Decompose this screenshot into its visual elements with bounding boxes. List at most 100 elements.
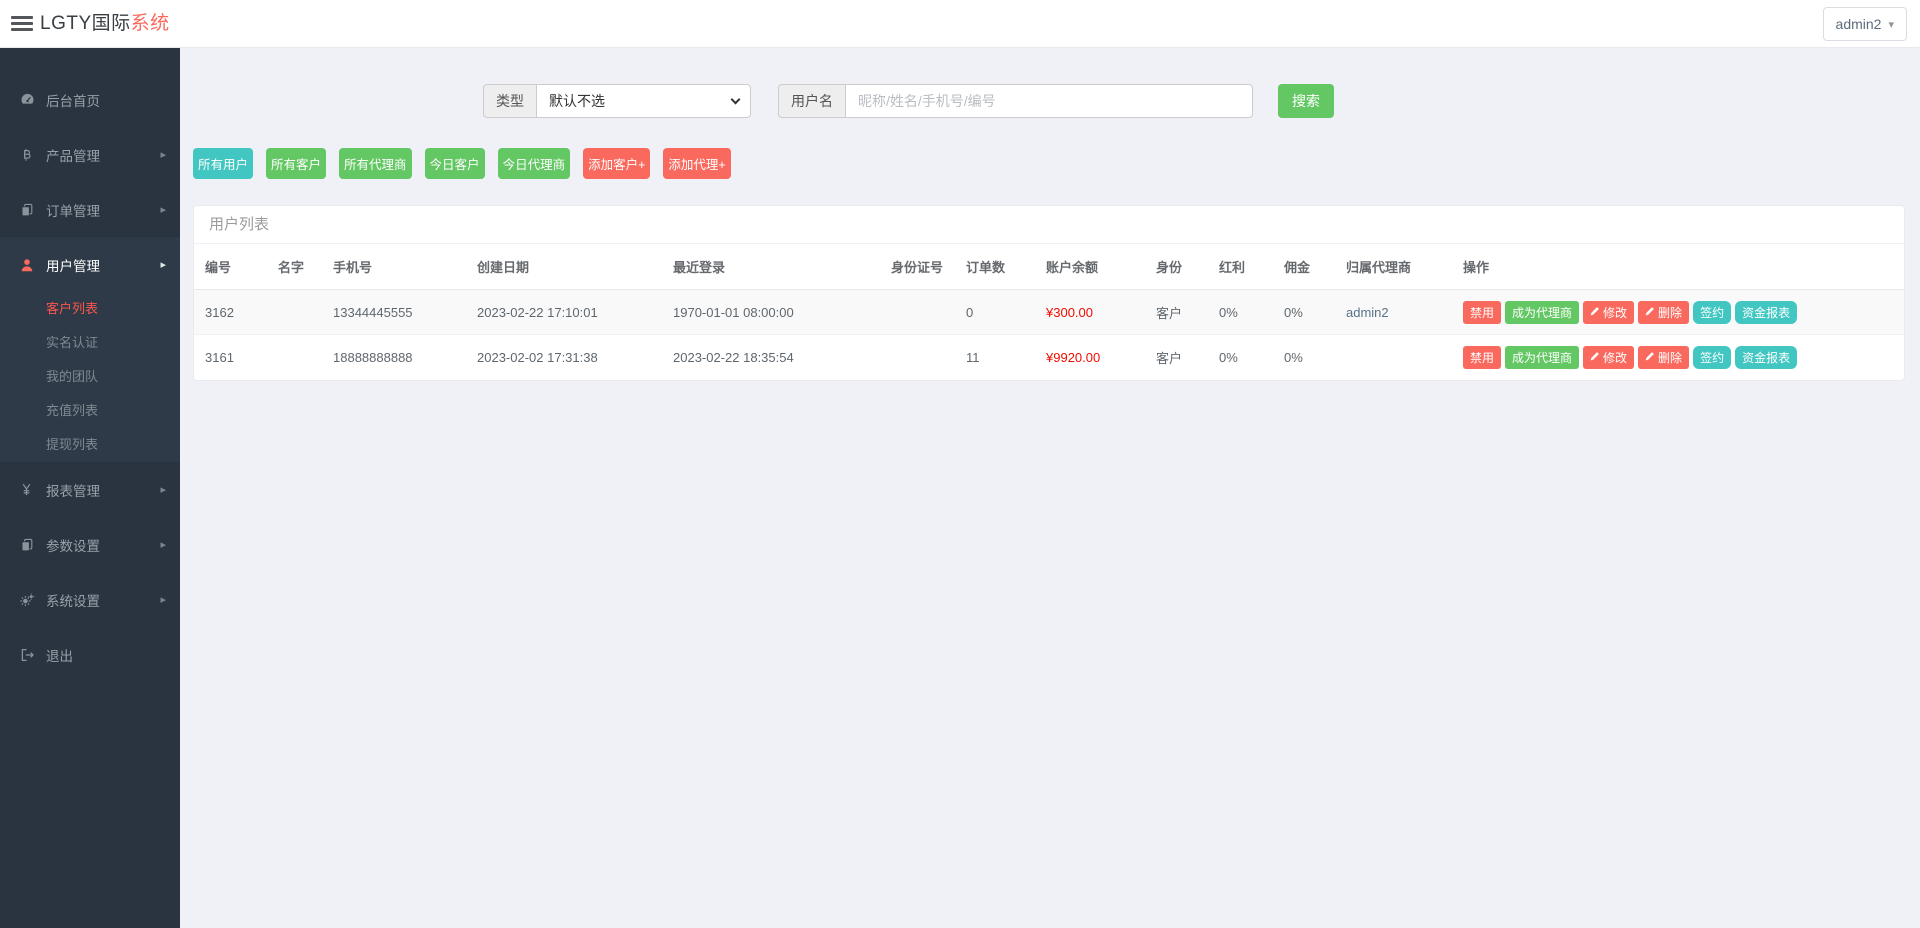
sidebar-item-label: 系统设置 [46,590,160,610]
today-agents-button[interactable]: 今日代理商 [498,148,571,179]
column-header: 编号 [194,244,267,290]
delete-button[interactable]: 删除 [1638,301,1689,324]
submenu-item-my-team[interactable]: 我的团队 [0,360,180,394]
logout-icon [20,648,37,662]
chevron-right-icon: ▸ [160,593,166,606]
fund-report-button[interactable]: 资金报表 [1735,346,1797,369]
type-filter-group: 类型 默认不选 [483,84,751,118]
submenu-item-withdraw-list[interactable]: 提现列表 [0,428,180,462]
edit-button[interactable]: 修改 [1583,346,1634,369]
cell-created: 2023-02-02 17:31:38 [466,335,662,380]
sidebar-item-label: 后台首页 [46,90,166,110]
quick-filter-bar: 所有用户所有客户所有代理商今日客户今日代理商添加客户+ 添加代理+ [193,148,1905,179]
sidebar-section-home: 后台首页 [0,72,180,127]
action-label: 修改 [1603,349,1627,366]
cell-phone: 18888888888 [322,335,466,380]
submenu-item-customer-list[interactable]: 客户列表 [0,292,180,326]
cell-agent [1335,335,1452,380]
action-label: 修改 [1603,304,1627,321]
sidebar-item-label: 产品管理 [46,145,160,165]
action-label: 禁用 [1470,349,1494,366]
cell-last-login: 1970-01-01 08:00:00 [662,290,880,335]
sidebar-section-users: 用户管理▸客户列表实名认证我的团队充值列表提现列表 [0,237,180,462]
sidebar-item-reports[interactable]: 报表管理▸ [0,462,180,517]
chevron-right-icon: ▸ [160,538,166,551]
column-header: 最近登录 [662,244,880,290]
username-label: 用户名 [778,84,845,118]
disable-button[interactable]: 禁用 [1463,301,1501,324]
pencil-icon [1645,305,1655,319]
sign-button[interactable]: 签约 [1693,346,1731,369]
action-label: 资金报表 [1742,349,1790,366]
disable-button[interactable]: 禁用 [1463,346,1501,369]
cell-orders: 11 [955,335,1035,380]
column-header: 红利 [1208,244,1273,290]
brand-text: LGTY国际 [40,13,131,34]
user-menu[interactable]: admin2 ▾ [1823,7,1907,41]
pencil-icon [1590,350,1600,364]
fund-report-button[interactable]: 资金报表 [1735,301,1797,324]
panel-title: 用户列表 [194,206,1904,244]
sidebar-section-logout: 退出 [0,627,180,682]
main-content: 类型 默认不选 用户名 搜索 所有用户所有客户所有代理商今日客户今日代理商添加客… [180,48,1920,928]
become-agent-button[interactable]: 成为代理商 [1505,301,1579,324]
sidebar-item-orders[interactable]: 订单管理▸ [0,182,180,237]
submenu-item-recharge-list[interactable]: 充值列表 [0,394,180,428]
cell-name [267,335,322,380]
cell-role: 客户 [1145,335,1208,380]
cell-id-card [880,290,955,335]
sidebar-item-products[interactable]: 产品管理▸ [0,127,180,182]
action-label: 禁用 [1470,304,1494,321]
chevron-right-icon: ▸ [160,148,166,161]
sidebar-section-reports: 报表管理▸ [0,462,180,517]
sidebar-item-home[interactable]: 后台首页 [0,72,180,127]
search-button[interactable]: 搜索 [1278,84,1334,118]
delete-button[interactable]: 删除 [1638,346,1689,369]
cell-phone: 13344445555 [322,290,466,335]
column-header: 佣金 [1273,244,1335,290]
column-header: 手机号 [322,244,466,290]
cell-id: 3162 [194,290,267,335]
sidebar-item-label: 用户管理 [46,255,160,275]
cell-created: 2023-02-22 17:10:01 [466,290,662,335]
column-header: 操作 [1452,244,1904,290]
sidebar-section-orders: 订单管理▸ [0,182,180,237]
sign-button[interactable]: 签约 [1693,301,1731,324]
action-label: 成为代理商 [1512,304,1572,321]
column-header: 创建日期 [466,244,662,290]
sidebar-item-users[interactable]: 用户管理▸ [0,237,180,292]
user-name: admin2 [1836,16,1882,32]
table-row: 3162 133444455552023-02-22 17:10:011970-0… [194,290,1904,335]
cell-actions: 禁用 成为代理商 修改删除签约 资金报表 [1452,290,1904,335]
type-select[interactable]: 默认不选 [536,84,751,118]
all-customers-button[interactable]: 所有客户 [266,148,326,179]
yen-icon [20,483,37,496]
all-agents-button[interactable]: 所有代理商 [339,148,412,179]
username-input[interactable] [845,84,1253,118]
sidebar-item-label: 订单管理 [46,200,160,220]
action-label: 签约 [1700,349,1724,366]
bitcoin-icon [20,148,37,162]
cell-orders: 0 [955,290,1035,335]
add-customer-button[interactable]: 添加客户+ [583,148,650,179]
hamburger-menu-icon[interactable] [11,16,33,32]
pencil-icon [1590,305,1600,319]
sidebar-item-params[interactable]: 参数设置▸ [0,517,180,572]
cell-last-login: 2023-02-22 18:35:54 [662,335,880,380]
become-agent-button[interactable]: 成为代理商 [1505,346,1579,369]
edit-button[interactable]: 修改 [1583,301,1634,324]
user-table: 编号名字手机号创建日期最近登录身份证号订单数账户余额身份红利佣金归属代理商操作 … [194,244,1904,380]
app-logo: LGTY国际系统 [40,0,170,48]
add-agent-button[interactable]: 添加代理+ [663,148,730,179]
caret-down-icon: ▾ [1888,9,1894,41]
table-row: 3161188888888882023-02-02 17:31:382023-0… [194,335,1904,380]
action-label: 资金报表 [1742,304,1790,321]
sidebar-section-params: 参数设置▸ [0,517,180,572]
submenu-item-realname-auth[interactable]: 实名认证 [0,326,180,360]
sidebar-item-system[interactable]: 系统设置▸ [0,572,180,627]
today-customers-button[interactable]: 今日客户 [425,148,485,179]
sidebar-item-logout[interactable]: 退出 [0,627,180,682]
all-users-button[interactable]: 所有用户 [193,148,253,179]
action-label: 签约 [1700,304,1724,321]
cell-dividend: 0% [1208,335,1273,380]
